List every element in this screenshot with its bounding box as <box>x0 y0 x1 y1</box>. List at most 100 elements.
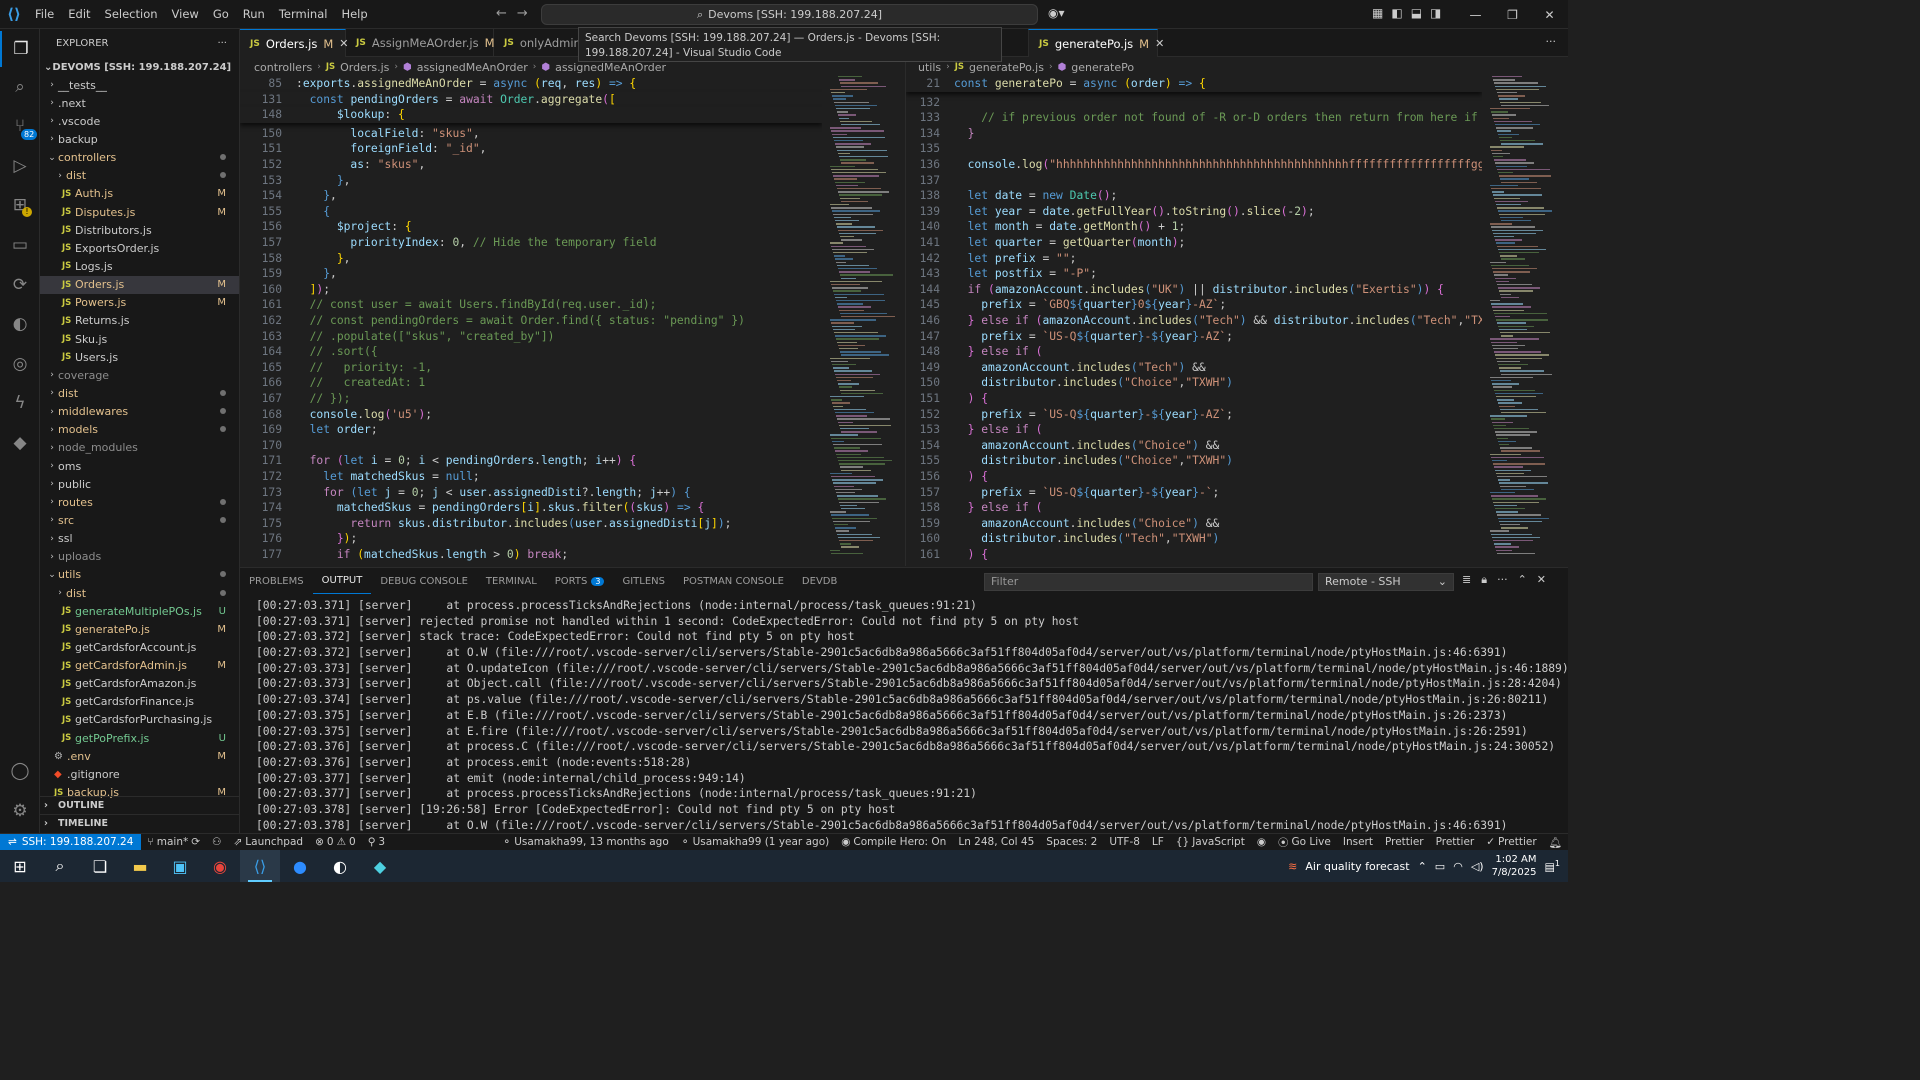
code-line[interactable]: 154 amazonAccount.includes("Choice") && <box>906 438 1220 454</box>
code-line[interactable]: 146 } else if (amazonAccount.includes("T… <box>906 313 1482 329</box>
ports-indicator[interactable]: ⚲ 3 <box>362 836 391 848</box>
folder-item[interactable]: › backup <box>40 130 239 148</box>
file-item[interactable]: JS generateMultiplePOs.js U <box>40 602 239 620</box>
code-line[interactable]: 137 <box>906 173 954 189</box>
output-line[interactable]: [00:27:03.372] [server] stack trace: Cod… <box>256 629 1556 645</box>
code-line[interactable]: 150 localField: "skus", <box>240 126 480 142</box>
output-line[interactable]: [00:27:03.377] [server] at emit (node:in… <box>256 771 1556 787</box>
output-line[interactable]: [00:27:03.375] [server] at E.fire (file:… <box>256 724 1556 740</box>
folder-item[interactable]: › routes <box>40 493 239 511</box>
editor-more-icon[interactable]: ··· <box>1546 35 1557 48</box>
lock-scroll-icon[interactable]: 🔒︎ <box>1481 573 1487 587</box>
code-line[interactable]: 168 console.log('u5'); <box>240 407 433 423</box>
app-icon[interactable]: ◐ <box>320 850 360 882</box>
tab-orders-js[interactable]: JS Orders.js M ✕ <box>240 29 349 57</box>
code-line[interactable]: 145 prefix = `GBQ${quarter}0${year}-AZ`; <box>906 297 1227 313</box>
tab-onlyadmin[interactable]: JS onlyAdmin <box>494 29 581 57</box>
notifications-bell-icon[interactable]: 🔔︎ <box>1543 836 1568 849</box>
file-item[interactable]: JS getPoPrefix.js U <box>40 729 239 747</box>
file-item[interactable]: JS Auth.js M <box>40 185 239 203</box>
output-line[interactable]: [00:27:03.372] [server] at O.W (file:///… <box>256 645 1556 661</box>
source-control-icon[interactable]: ⑂ 82 <box>0 108 40 144</box>
output-channel-select[interactable]: Remote - SSH ⌄ <box>1318 573 1454 591</box>
code-line[interactable]: 166 // createdAt: 1 <box>240 375 426 391</box>
code-line[interactable]: 138 let date = new Date(); <box>906 188 1118 204</box>
output-line[interactable]: [00:27:03.375] [server] at E.B (file:///… <box>256 708 1556 724</box>
extensions-icon[interactable]: ⊞! <box>0 187 40 223</box>
file-item[interactable]: ◆ .gitignore <box>40 765 239 783</box>
code-line[interactable]: 170 <box>240 438 296 454</box>
folder-item[interactable]: › __tests__ <box>40 76 239 94</box>
battery-icon[interactable]: ▭ <box>1435 860 1445 873</box>
command-center[interactable]: ⌕ Devoms [SSH: 199.188.207.24] <box>541 4 1038 25</box>
workspace-root[interactable]: ⌄ DEVOMS [SSH: 199.188.207.24] <box>40 58 239 76</box>
output-line[interactable]: [00:27:03.378] [server] [19:26:58] Error… <box>256 802 1556 818</box>
file-item[interactable]: JS Users.js <box>40 348 239 366</box>
code-line[interactable]: 149 amazonAccount.includes("Tech") && <box>906 360 1206 376</box>
output-line[interactable]: [00:27:03.376] [server] at process.C (fi… <box>256 739 1556 755</box>
file-item[interactable]: ⚙ .env M <box>40 747 239 765</box>
toggle-secondary-sidebar-icon[interactable]: ◨ <box>1430 6 1441 20</box>
menu-edit[interactable]: Edit <box>61 0 97 29</box>
toggle-panel-icon[interactable]: ⬓ <box>1411 6 1422 20</box>
code-line[interactable]: 156 $project: { <box>240 219 412 235</box>
code-line[interactable]: 142 let prefix = ""; <box>906 251 1077 267</box>
gitlens-graph-icon[interactable]: ⚇ <box>206 836 227 848</box>
code-line[interactable]: 176 }); <box>240 531 358 547</box>
restore-icon[interactable]: ❐ <box>1494 0 1531 29</box>
file-item[interactable]: JS getCardsforAdmin.js M <box>40 657 239 675</box>
folder-item[interactable]: › uploads <box>40 548 239 566</box>
left-minimap[interactable] <box>826 76 896 566</box>
chrome-icon[interactable]: ◉ <box>200 850 240 882</box>
clear-output-icon[interactable]: ≣ <box>1462 573 1471 587</box>
remote-indicator[interactable]: ⇌ SSH: 199.188.207.24 <box>0 833 142 851</box>
timeline-section[interactable]: › TIMELINE <box>40 814 239 832</box>
close-panel-icon[interactable]: ✕ <box>1537 573 1546 587</box>
code-line[interactable]: 148 } else if ( <box>906 344 1043 360</box>
folder-item[interactable]: › coverage <box>40 366 239 384</box>
folder-item[interactable]: › middlewares <box>40 403 239 421</box>
output-log[interactable]: [00:27:03.371] [server] at process.proce… <box>256 598 1569 833</box>
output-line[interactable]: [00:27:03.376] [server] at process.emit … <box>256 755 1556 771</box>
code-line[interactable]: 132 <box>906 95 954 111</box>
search-icon[interactable]: ⌕ <box>0 69 40 105</box>
accounts-icon[interactable]: ◯ <box>0 753 40 789</box>
code-line[interactable]: 159 amazonAccount.includes("Choice") && <box>906 516 1220 532</box>
problems-indicator[interactable]: ⊗ 0 ⚠ 0 <box>309 836 362 848</box>
menu-file[interactable]: File <box>28 0 61 29</box>
code-line[interactable]: 165 // priority: -1, <box>240 360 432 376</box>
code-line[interactable]: 175 return skus.distributor.includes(use… <box>240 516 732 532</box>
file-item[interactable]: JS Disputes.js M <box>40 203 239 221</box>
folder-item[interactable]: › public <box>40 475 239 493</box>
folder-item[interactable]: › dist <box>40 384 239 402</box>
chevron-up-icon[interactable]: ⌃ <box>1418 860 1427 873</box>
code-line[interactable]: 157 priorityIndex: 0, // Hide the tempor… <box>240 235 657 251</box>
database-icon[interactable]: ◎ <box>0 346 40 382</box>
left-code-editor[interactable]: 85:exports.assignedMeAnOrder = async (re… <box>240 76 822 566</box>
breadcrumb-item[interactable]: utils <box>918 61 941 74</box>
folder-item[interactable]: › .vscode <box>40 112 239 130</box>
code-line[interactable]: 144 if (amazonAccount.includes("UK") || … <box>906 282 1444 298</box>
output-line[interactable]: [00:27:03.377] [server] at process.proce… <box>256 786 1556 802</box>
code-line[interactable]: 173 for (let j = 0; j < user.assignedDis… <box>240 485 691 501</box>
panel-tab-devdb[interactable]: DEVDB <box>793 568 846 594</box>
thunder-client-icon[interactable]: ϟ <box>0 385 40 421</box>
close-window-icon[interactable]: ✕ <box>1531 0 1568 29</box>
code-line[interactable]: 174 matchedSkus = pendingOrders[i].skus.… <box>240 500 705 516</box>
encoding[interactable]: UTF-8 <box>1103 836 1146 848</box>
maximize-panel-icon[interactable]: ⌃ <box>1518 573 1527 587</box>
code-line[interactable]: 157 prefix = `US-Q${quarter}-${year}-`; <box>906 485 1220 501</box>
code-line[interactable]: 161 // const user = await Users.findById… <box>240 297 657 313</box>
notification-center-icon[interactable]: ▤1 <box>1545 859 1561 874</box>
outline-section[interactable]: › OUTLINE <box>40 796 239 814</box>
compile-hero-item[interactable]: ◉ Compile Hero: On <box>835 836 952 848</box>
breadcrumb-item[interactable]: generatePo <box>1071 61 1134 74</box>
code-line[interactable]: 158 }, <box>240 251 351 267</box>
panel-tab-terminal[interactable]: TERMINAL <box>477 568 546 594</box>
code-line[interactable]: 153 } else if ( <box>906 422 1043 438</box>
breadcrumb-item[interactable]: controllers <box>254 61 312 74</box>
file-item[interactable]: JS getCardsforPurchasing.js <box>40 711 239 729</box>
menu-selection[interactable]: Selection <box>98 0 165 29</box>
app-icon[interactable]: ◆ <box>360 850 400 882</box>
output-filter-input[interactable]: Filter <box>984 573 1313 591</box>
